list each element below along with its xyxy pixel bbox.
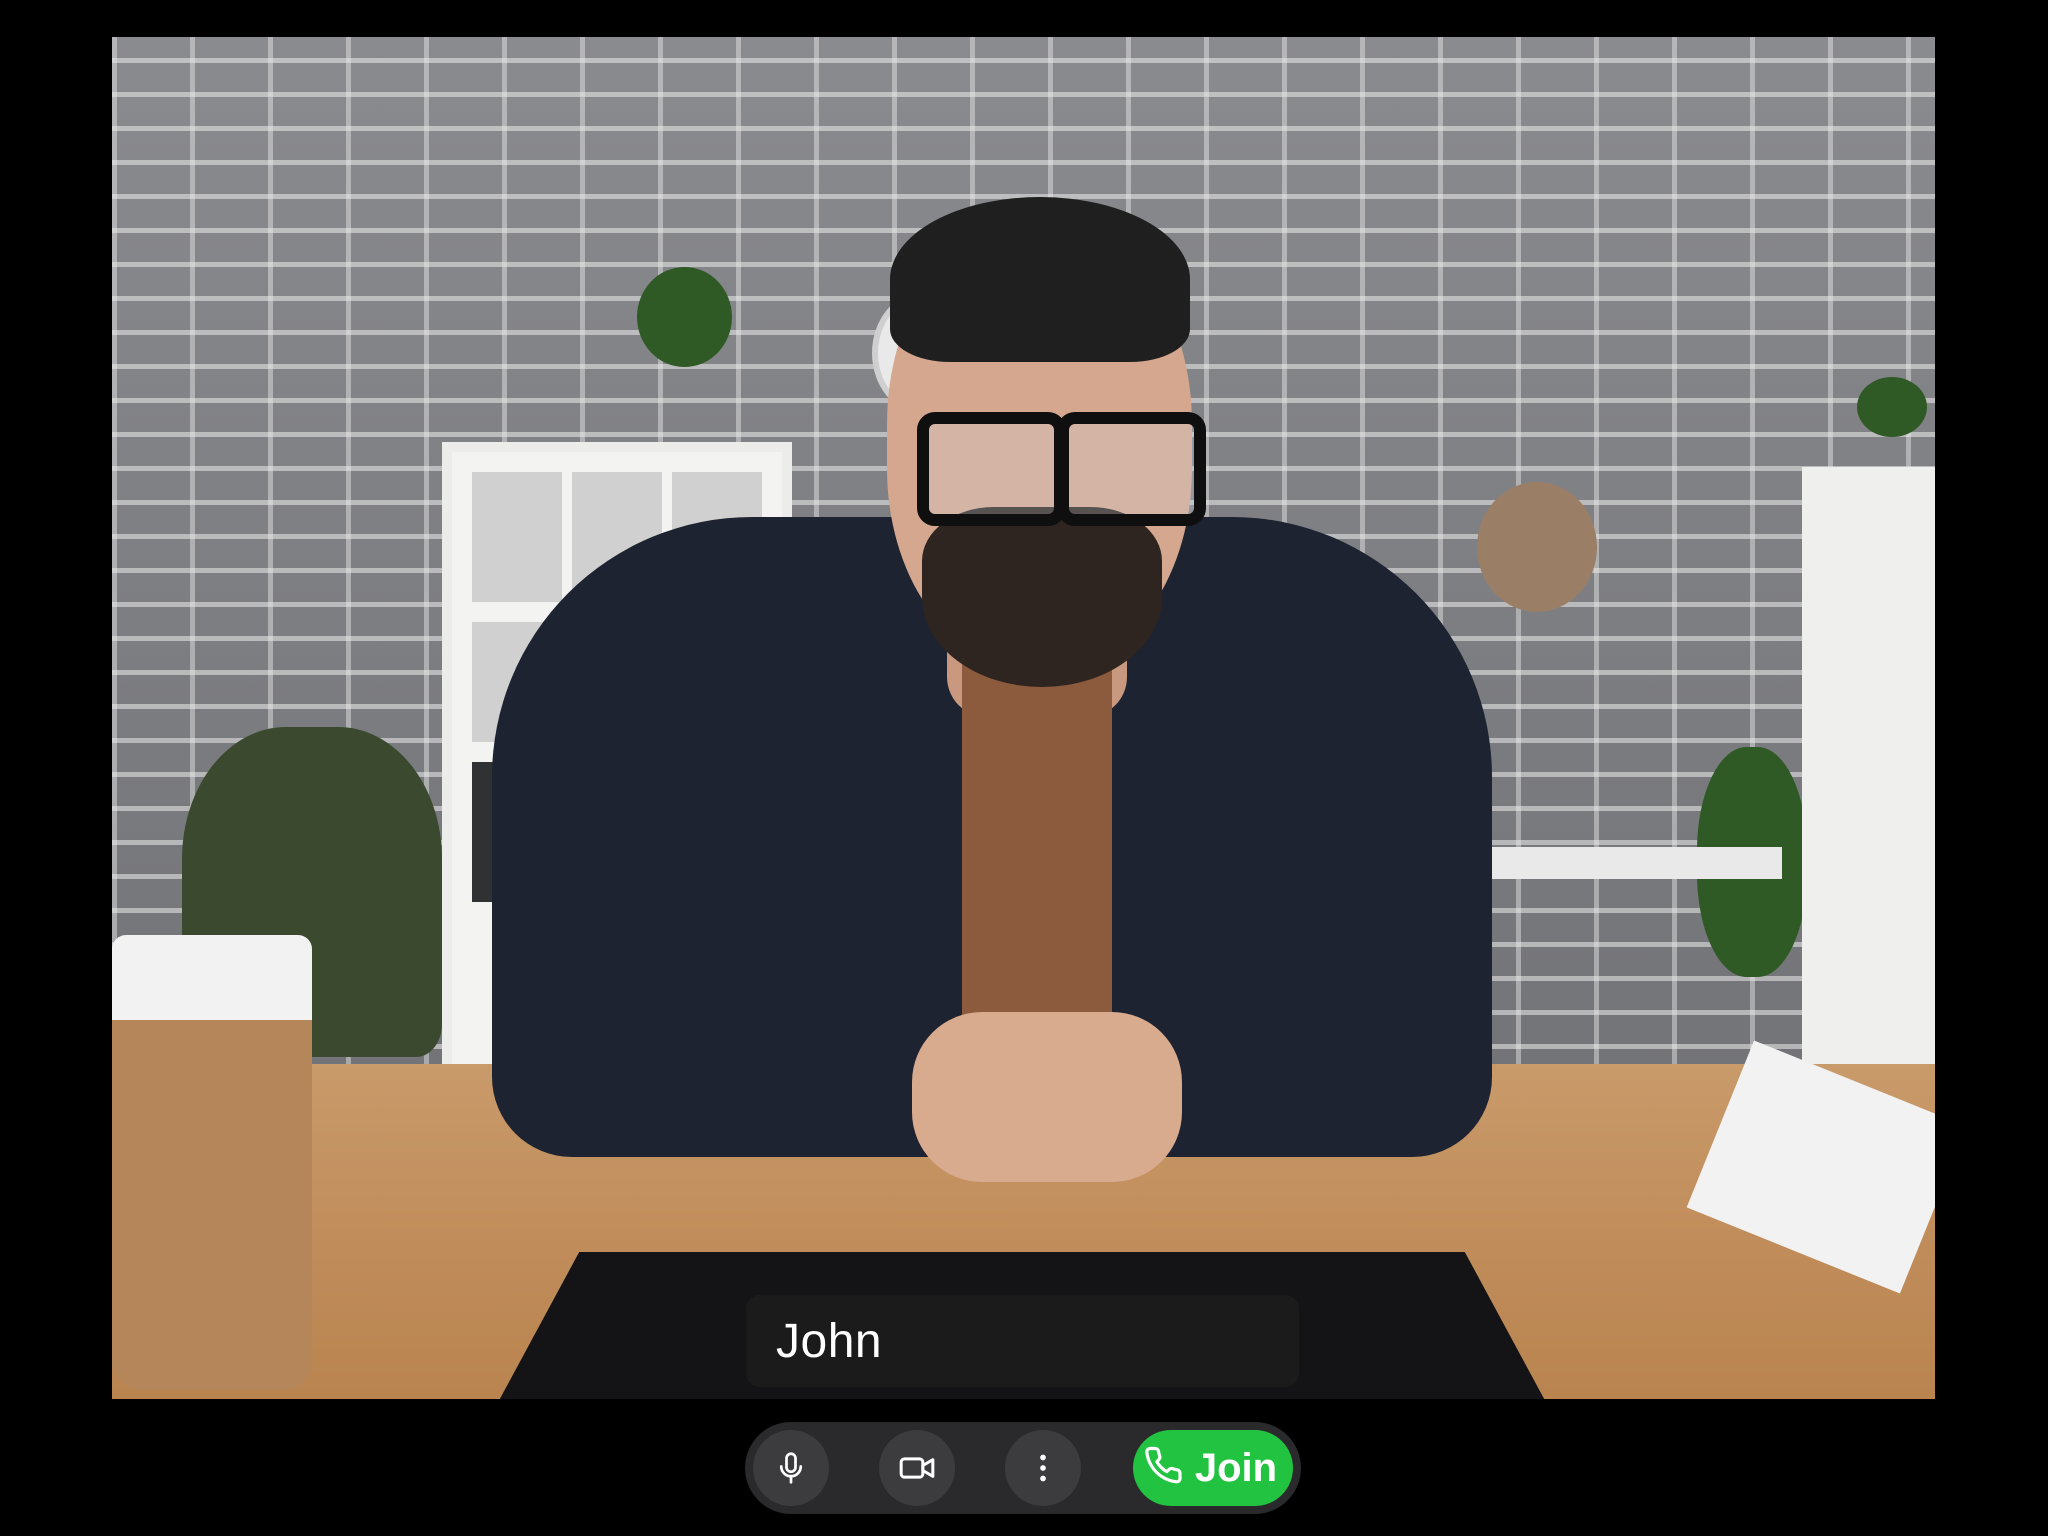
microphone-icon: [773, 1450, 809, 1486]
microphone-button[interactable]: [753, 1430, 829, 1506]
phone-icon: [1145, 1446, 1185, 1491]
call-control-bar: Join: [745, 1422, 1301, 1514]
participant-name: John: [776, 1314, 883, 1368]
video-camera-icon: [897, 1448, 937, 1488]
camera-button[interactable]: [879, 1430, 955, 1506]
join-call-button[interactable]: Join: [1133, 1430, 1293, 1506]
more-options-button[interactable]: [1005, 1430, 1081, 1506]
participant-name-label: John: [746, 1295, 1299, 1387]
join-button-label: Join: [1194, 1445, 1278, 1490]
participant-video-feed: [112, 37, 1935, 1399]
more-vertical-icon: [1025, 1450, 1061, 1486]
call-preview-screen: John Join: [0, 0, 2048, 1536]
video-frame-image: [112, 37, 1935, 1399]
